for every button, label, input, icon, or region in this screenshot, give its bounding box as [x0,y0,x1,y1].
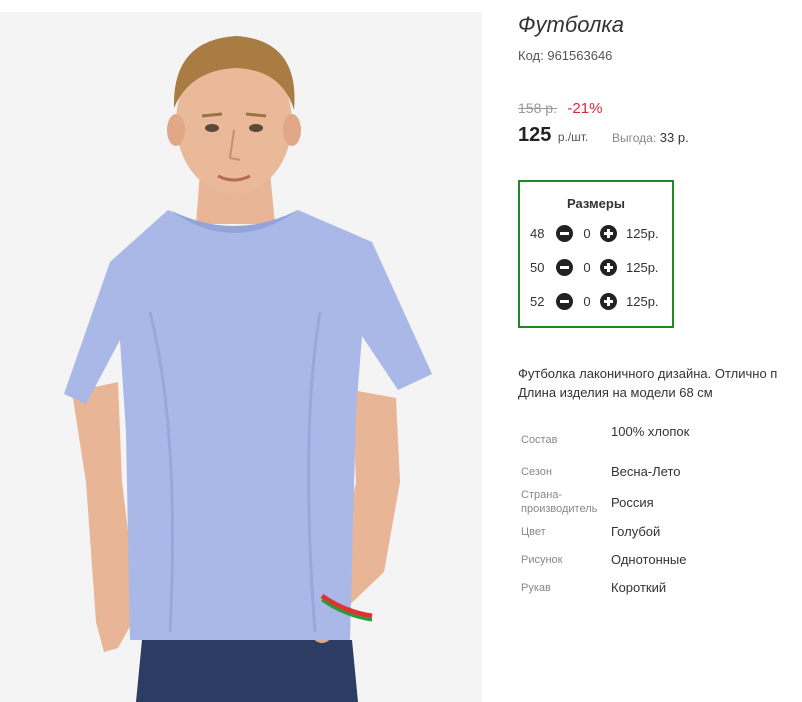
discount-badge: -21% [567,100,603,117]
product-description: Футболка лаконичного дизайна. Отлично п … [518,364,777,402]
attribute-value: Голубой [611,524,661,539]
attribute-key: Состав [521,434,558,446]
size-price: 125р. [626,294,659,309]
size-label: 52 [530,294,545,309]
product-code-label: Код: [518,48,544,63]
size-row-50: 50 0 125р. [520,258,672,278]
attribute-value: Весна-Лето [611,464,681,479]
current-price: 125 [518,124,552,146]
size-price: 125р. [626,260,659,275]
attribute-value: 100% хлопок [611,424,690,439]
old-price-row: 158 р. -21% [518,100,602,118]
old-price: 158 р. [518,100,557,116]
attribute-value: Россия [611,495,654,510]
price-row: 125 р./шт. Выгода: 33 р. [518,124,798,147]
size-label: 48 [530,226,545,241]
sizes-selector: Размеры 48 0 125р. 50 0 125р. 52 0 125р. [518,180,674,328]
size-row-48: 48 0 125р. [520,224,672,244]
product-title: Футболка [518,12,624,37]
attribute-value: Однотонные [611,552,687,567]
increase-quantity-button[interactable] [600,225,617,242]
increase-quantity-button[interactable] [600,259,617,276]
savings-value: 33 р. [659,130,689,145]
product-code-value: 961563646 [547,48,613,63]
attribute-key: Сезон [521,466,552,478]
description-line: Футболка лаконичного дизайна. Отлично п [518,366,778,381]
size-label: 50 [530,260,545,275]
size-price: 125р. [626,226,659,241]
savings: Выгода: 33 р. [612,130,689,145]
size-row-52: 52 0 125р. [520,292,672,312]
attribute-key: Страна-производитель [521,489,598,515]
decrease-quantity-button[interactable] [556,225,573,242]
quantity-value: 0 [583,260,591,275]
model-illustration [0,12,482,702]
product-photo[interactable] [0,12,482,702]
increase-quantity-button[interactable] [600,293,617,310]
description-line: Длина изделия на модели 68 см [518,385,713,400]
attribute-key: Цвет [521,526,546,538]
quantity-value: 0 [583,294,591,309]
savings-label: Выгода: [612,131,657,145]
product-code: Код: 961563646 [518,48,612,63]
product-info-panel: Футболка Код: 961563646 158 р. -21% 125 … [518,0,802,702]
price-unit: р./шт. [557,130,589,144]
quantity-value: 0 [583,226,591,241]
decrease-quantity-button[interactable] [556,259,573,276]
decrease-quantity-button[interactable] [556,293,573,310]
attribute-key: Рисунок [521,554,563,566]
sizes-title: Размеры [567,196,625,211]
attribute-value: Короткий [611,580,667,595]
attribute-key: Рукав [521,582,551,594]
